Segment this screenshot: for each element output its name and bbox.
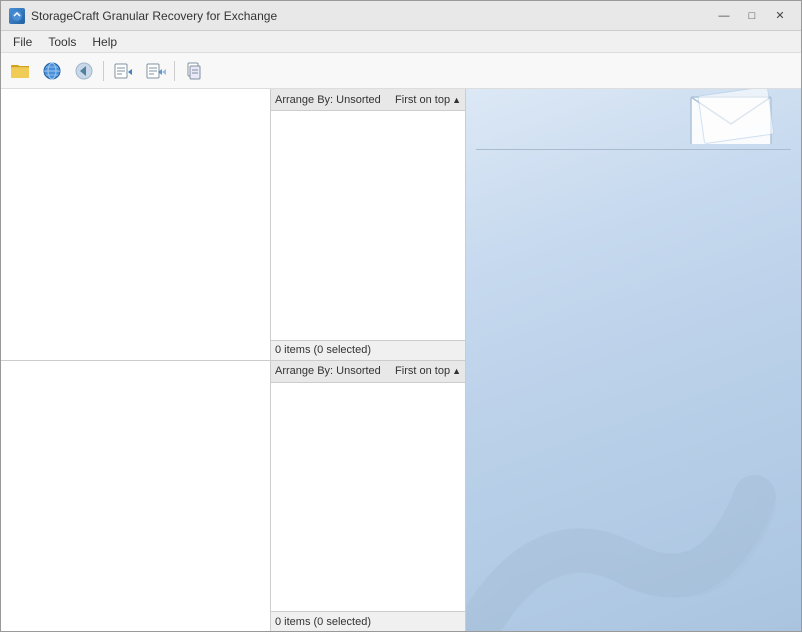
- upper-list-content[interactable]: [271, 111, 465, 340]
- connect-icon: [41, 60, 63, 82]
- upper-first-on-top-label: First on top: [395, 94, 450, 106]
- open-backup-button[interactable]: [5, 57, 35, 85]
- copy-button[interactable]: [179, 57, 209, 85]
- upper-first-on-top[interactable]: First on top ▲: [395, 94, 461, 106]
- export-button[interactable]: [108, 57, 138, 85]
- preview-area: [466, 89, 801, 631]
- maximize-button[interactable]: □: [739, 7, 765, 25]
- export-alt-icon: [144, 60, 166, 82]
- window-title: StorageCraft Granular Recovery for Excha…: [31, 9, 277, 23]
- lower-first-on-top[interactable]: First on top ▲: [395, 365, 461, 377]
- lower-list-section: Arrange By: Unsorted First on top ▲ 0 it…: [271, 361, 465, 632]
- lower-list-status: 0 items (0 selected): [271, 611, 465, 631]
- lower-status-text: 0 items (0 selected): [275, 616, 371, 628]
- export-icon: [112, 60, 134, 82]
- upper-status-text: 0 items (0 selected): [275, 344, 371, 356]
- title-bar-left: StorageCraft Granular Recovery for Excha…: [9, 8, 277, 24]
- menu-tools[interactable]: Tools: [40, 33, 84, 51]
- menu-help[interactable]: Help: [84, 33, 125, 51]
- preview-header-line: [476, 149, 791, 150]
- middle-pane: Arrange By: Unsorted First on top ▲ 0 it…: [271, 89, 466, 631]
- right-pane: [466, 89, 801, 631]
- upper-list-header: Arrange By: Unsorted First on top ▲: [271, 89, 465, 111]
- folder-tree-top: [1, 89, 270, 361]
- close-button[interactable]: ✕: [767, 7, 793, 25]
- lower-list-content[interactable]: [271, 383, 465, 612]
- lower-arrange-by[interactable]: Arrange By: Unsorted: [275, 365, 381, 377]
- menu-bar: File Tools Help: [1, 31, 801, 53]
- export-alt-button[interactable]: [140, 57, 170, 85]
- lower-first-on-top-label: First on top: [395, 365, 450, 377]
- header-decoration: [681, 89, 801, 149]
- upper-arrange-by[interactable]: Arrange By: Unsorted: [275, 94, 381, 106]
- upper-sort-arrow: ▲: [452, 95, 461, 105]
- lower-list-header: Arrange By: Unsorted First on top ▲: [271, 361, 465, 383]
- main-content: Arrange By: Unsorted First on top ▲ 0 it…: [1, 89, 801, 631]
- upper-list-section: Arrange By: Unsorted First on top ▲ 0 it…: [271, 89, 465, 361]
- minimize-button[interactable]: —: [711, 7, 737, 25]
- toolbar-separator-1: [103, 61, 104, 81]
- toolbar-separator-2: [174, 61, 175, 81]
- toolbar: [1, 53, 801, 89]
- title-bar: StorageCraft Granular Recovery for Excha…: [1, 1, 801, 31]
- open-backup-icon: [9, 60, 31, 82]
- folder-tree-bottom: [1, 361, 270, 632]
- menu-file[interactable]: File: [5, 33, 40, 51]
- back-button[interactable]: [69, 57, 99, 85]
- connect-button[interactable]: [37, 57, 67, 85]
- preview-swoosh-icon: [466, 431, 776, 631]
- left-pane: [1, 89, 271, 631]
- upper-list-status: 0 items (0 selected): [271, 340, 465, 360]
- app-icon: [9, 8, 25, 24]
- main-window: StorageCraft Granular Recovery for Excha…: [0, 0, 802, 632]
- lower-sort-arrow: ▲: [452, 366, 461, 376]
- copy-icon: [183, 60, 205, 82]
- window-controls: — □ ✕: [711, 7, 793, 25]
- envelope-decoration-icon: [681, 89, 781, 144]
- back-icon: [73, 60, 95, 82]
